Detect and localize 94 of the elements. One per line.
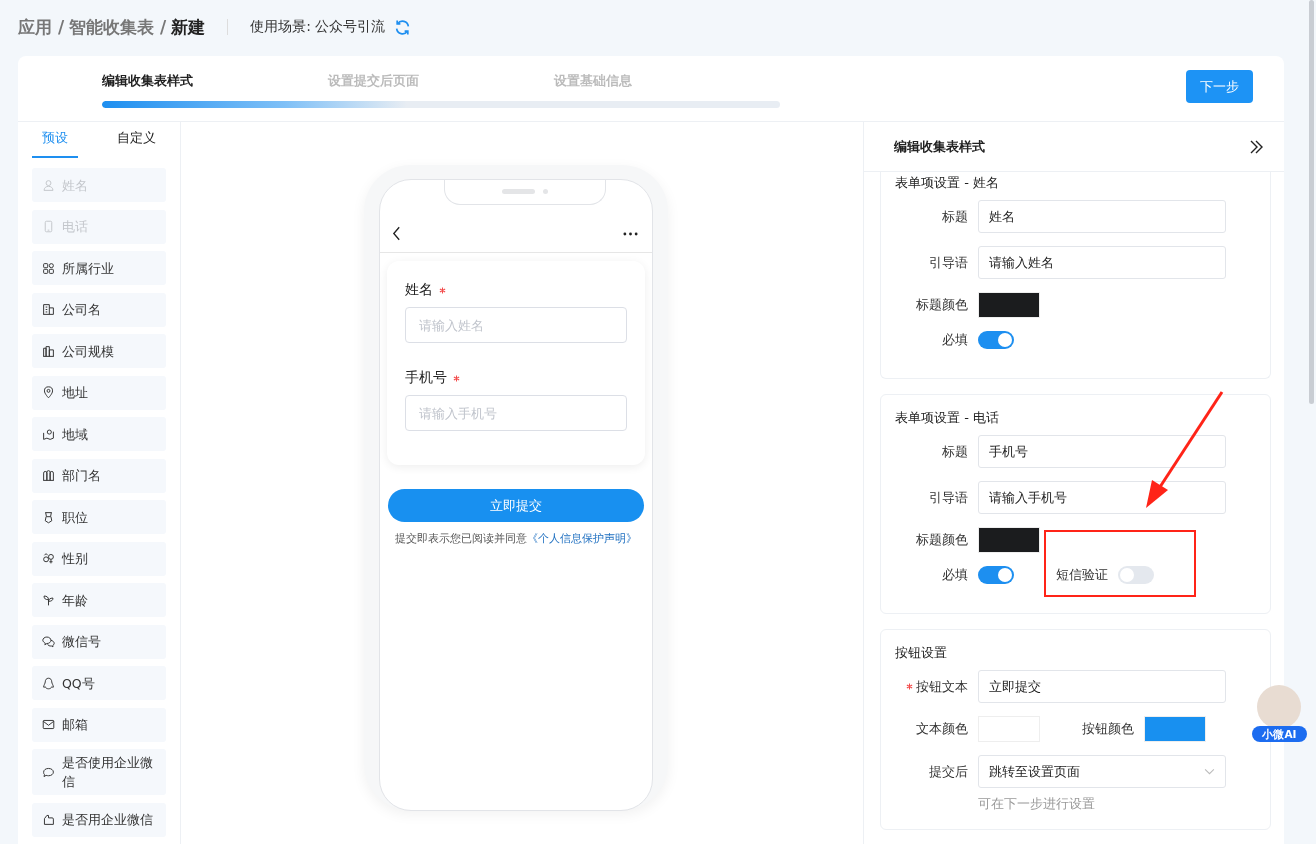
- ai-assistant-button[interactable]: 小微AI: [1252, 685, 1307, 743]
- privacy-link[interactable]: 《个人信息保护声明》: [527, 532, 637, 544]
- penguin-icon: [42, 676, 55, 690]
- color-swatch[interactable]: [978, 527, 1040, 553]
- back-icon[interactable]: [392, 226, 401, 241]
- field-type-label: 年龄: [62, 591, 88, 610]
- text-field[interactable]: 手机号: [978, 435, 1226, 468]
- toggle-switch[interactable]: [978, 331, 1014, 349]
- select-field[interactable]: 跳转至设置页面: [978, 755, 1226, 788]
- field-type-label: 是否使用企业微信: [62, 754, 154, 791]
- field-label: 标题颜色: [916, 296, 968, 314]
- field-label: 必填: [942, 566, 968, 584]
- section-title: 表单项设置 - 电话: [895, 409, 1000, 427]
- chevron-down-icon: [1204, 768, 1215, 775]
- field-type-item[interactable]: 是否使用企业微信: [32, 749, 166, 795]
- field-label: 引导语: [929, 488, 968, 507]
- text-field[interactable]: 姓名: [978, 200, 1226, 233]
- field-type-item[interactable]: QQ号: [32, 666, 166, 700]
- breadcrumb-item: 新建: [171, 15, 206, 39]
- toggle-switch[interactable]: [978, 566, 1014, 584]
- sidebar-tab[interactable]: 预设: [32, 122, 79, 158]
- sprout-icon: [42, 593, 55, 607]
- field-label: 必填: [942, 331, 968, 349]
- field-label: 标题: [942, 207, 968, 226]
- field-type-label: 地址: [62, 384, 88, 402]
- breadcrumb-item[interactable]: 应用 /: [18, 15, 65, 39]
- medal-icon: [42, 510, 55, 524]
- bubble-icon: [42, 765, 55, 779]
- hand-icon: [42, 813, 55, 826]
- text-field[interactable]: 请输入姓名: [978, 246, 1226, 279]
- phone-icon: [42, 220, 55, 233]
- field-type-item[interactable]: 职位: [32, 500, 166, 534]
- field-type-label: 微信号: [62, 633, 101, 651]
- field-type-label: 部门名: [62, 467, 101, 485]
- field-label: 引导语: [929, 253, 968, 272]
- field-type-item[interactable]: 地址: [32, 375, 166, 410]
- field-label: 手机号: [405, 369, 447, 387]
- field-type-item[interactable]: 微信号: [32, 624, 166, 659]
- ai-assistant-label: 小微AI: [1252, 726, 1307, 742]
- field-type-label: 公司名: [62, 301, 101, 319]
- field-type-label: 性别: [62, 550, 88, 568]
- field-type-item[interactable]: 地域: [32, 417, 166, 451]
- field-label: 姓名: [405, 281, 433, 299]
- pin-icon: [42, 386, 55, 399]
- field-type-label: 职位: [62, 508, 88, 527]
- refresh-icon[interactable]: [394, 18, 412, 36]
- agreement-text: 提交即表示您已阅读并同意: [395, 532, 527, 544]
- grid-icon: [42, 261, 55, 275]
- field-type-item[interactable]: 公司规模: [32, 334, 166, 368]
- input-field[interactable]: 请输入手机号: [405, 395, 627, 431]
- field-type-item[interactable]: 所属行业: [32, 251, 166, 285]
- field-type-item[interactable]: 年龄: [32, 583, 166, 617]
- field-type-label: QQ号: [62, 674, 95, 693]
- step-tab[interactable]: 编辑收集表样式: [102, 72, 328, 90]
- chart-icon: [42, 344, 55, 358]
- field-type-item[interactable]: 公司名: [32, 292, 166, 327]
- field-type-item[interactable]: 部门名: [32, 458, 166, 493]
- gender-icon: [42, 552, 55, 565]
- field-type-label: 地域: [62, 425, 88, 444]
- section-title: 按钮设置: [895, 644, 948, 662]
- field-label: 文本颜色: [916, 720, 968, 738]
- field-label: 标题颜色: [916, 531, 968, 549]
- sidebar-tab[interactable]: 自定义: [106, 122, 166, 158]
- field-type-item[interactable]: 性别: [32, 541, 166, 576]
- chat-icon: [42, 635, 55, 648]
- mail-icon: [42, 718, 55, 731]
- toggle-switch[interactable]: [1118, 566, 1154, 584]
- field-type-item[interactable]: 是否用企业微信: [32, 802, 166, 837]
- color-swatch[interactable]: [978, 292, 1040, 318]
- input-field[interactable]: 请输入姓名: [405, 307, 627, 343]
- field-label: 标题: [942, 442, 968, 461]
- breadcrumb-item[interactable]: 智能收集表 /: [69, 15, 167, 39]
- columns-icon: [42, 469, 55, 482]
- person-icon: [42, 178, 55, 192]
- more-icon[interactable]: [623, 232, 638, 236]
- scrollbar-thumb[interactable]: [1309, 0, 1314, 404]
- text-field[interactable]: 立即提交: [978, 670, 1226, 703]
- field-type-label: 所属行业: [62, 259, 114, 278]
- building-icon: [42, 303, 55, 316]
- panel-title: 编辑收集表样式: [894, 137, 985, 156]
- color-swatch[interactable]: [1144, 716, 1206, 742]
- field-type-label: 是否用企业微信: [62, 811, 153, 829]
- field-type-label: 公司规模: [62, 342, 114, 361]
- field-label: 按钮文本: [916, 677, 968, 696]
- scene-label: 使用场景: 公众号引流: [250, 18, 386, 36]
- field-label: 提交后: [929, 762, 968, 781]
- field-label: 短信验证: [1056, 566, 1108, 584]
- field-type-item[interactable]: 邮箱: [32, 707, 166, 742]
- text-field[interactable]: 请输入手机号: [978, 481, 1226, 514]
- section-title: 表单项设置 - 姓名: [895, 174, 1000, 192]
- map-icon: [42, 427, 55, 441]
- field-type-label: 邮箱: [62, 716, 88, 734]
- field-label: 按钮颜色: [1082, 720, 1134, 738]
- collapse-icon[interactable]: [1248, 138, 1264, 155]
